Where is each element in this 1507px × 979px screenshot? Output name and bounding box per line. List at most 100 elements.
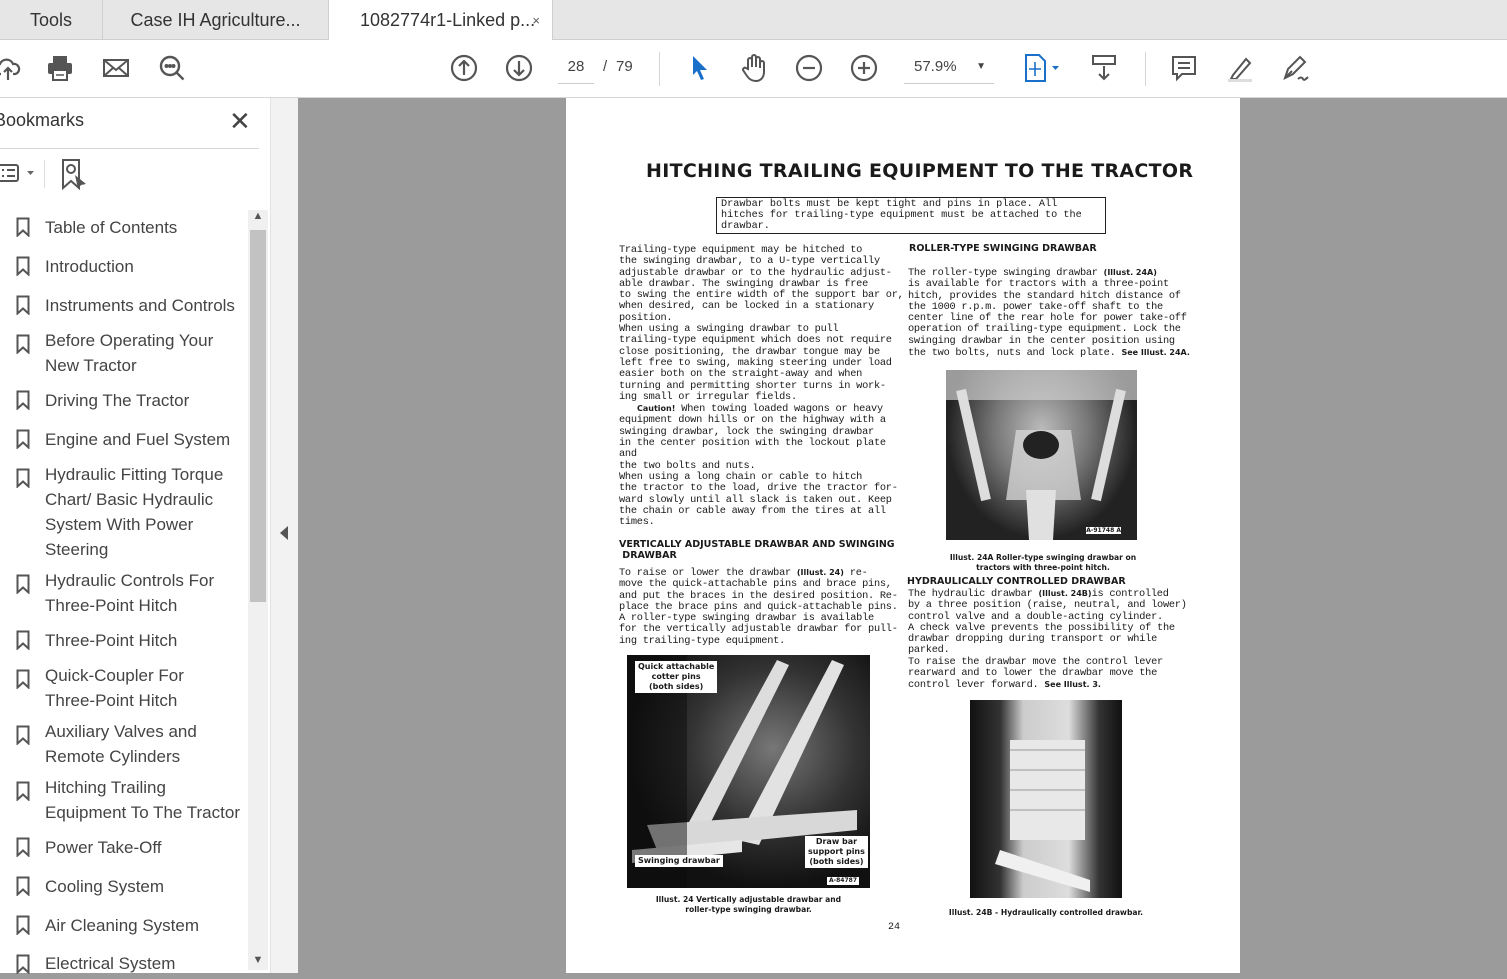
bookmarks-scrollbar[interactable]: ▲ ▼ xyxy=(248,210,268,970)
bookmark-item[interactable]: Hydraulic Fitting Torque Chart/ Basic Hy… xyxy=(0,459,248,565)
image-code: A-84787 xyxy=(827,877,860,885)
bookmark-icon xyxy=(0,289,45,322)
hand-tool-icon[interactable] xyxy=(738,52,770,84)
bookmark-list: Table of Contents Introduction Instruments… xyxy=(0,208,248,979)
close-panel-icon[interactable]: ✕ xyxy=(229,106,251,137)
bookmark-label: Auxiliary Valves and Remote Cylinders xyxy=(45,722,197,766)
bookmark-item[interactable]: Auxiliary Valves and Remote Cylinders xyxy=(0,716,248,772)
bookmark-icon xyxy=(0,775,45,825)
sign-pen-icon[interactable] xyxy=(1279,52,1311,84)
bookmark-label: Power Take-Off xyxy=(45,838,162,857)
page-number-input[interactable]: 28 xyxy=(558,58,594,84)
bookmark-label: Air Cleaning System xyxy=(45,916,200,935)
bookmark-item[interactable]: Power Take-Off xyxy=(0,828,248,867)
bookmark-icon xyxy=(0,909,45,942)
scroll-up-icon[interactable]: ▲ xyxy=(248,210,268,222)
tab-label: 1082774r1-Linked p... xyxy=(360,10,536,30)
collapse-panel-icon[interactable] xyxy=(280,526,288,540)
scroll-mode-icon[interactable] xyxy=(1088,52,1120,84)
page-separator: / xyxy=(603,58,608,75)
illustration-reference: See Illust. 3. xyxy=(1044,680,1101,690)
bookmark-icon xyxy=(0,719,45,769)
bookmark-item[interactable]: Table of Contents xyxy=(0,208,248,247)
bookmark-item[interactable]: Air Cleaning System xyxy=(0,906,248,945)
illustration-caption: Illust. 24B - Hydraulically controlled d… xyxy=(948,908,1144,917)
chevron-down-icon: ▼ xyxy=(976,61,986,72)
page-total: 79 xyxy=(616,58,633,75)
bookmark-label: Driving The Tractor xyxy=(45,391,190,410)
bookmark-label: Table of Contents xyxy=(45,218,178,237)
scroll-down-icon[interactable]: ▼ xyxy=(248,954,268,966)
bookmark-item[interactable]: Three-Point Hitch xyxy=(0,621,248,660)
divider xyxy=(1145,52,1146,86)
paragraph: To raise or lower the drawbar xyxy=(619,567,797,579)
search-icon[interactable] xyxy=(156,52,188,84)
bookmark-label: Three-Point Hitch xyxy=(45,631,178,650)
image-code: A-91748 A xyxy=(1086,527,1121,534)
fit-page-icon[interactable] xyxy=(1018,52,1064,84)
bookmark-item[interactable]: Before Operating Your New Tractor xyxy=(0,325,248,381)
section-heading: HYDRAULICALLY CONTROLLED DRAWBAR xyxy=(907,576,1126,587)
zoom-in-icon[interactable] xyxy=(848,52,880,84)
illustration-reference: (Illust. 24) xyxy=(796,568,844,577)
bookmark-icon xyxy=(0,423,45,456)
toolbar: 28 / 79 57.9% ▼ xyxy=(0,40,1507,98)
paragraph: re- move the quick-attachable pins and b… xyxy=(619,567,898,647)
bookmark-item[interactable]: Hydraulic Controls For Three-Point Hitch xyxy=(0,565,248,621)
bookmark-label: Hydraulic Controls For Three-Point Hitch xyxy=(45,571,215,615)
illustration-reference: (Illust. 24A) xyxy=(1103,268,1157,277)
paragraph: Trailing-type equipment may be hitched t… xyxy=(619,244,904,403)
bookmark-label: Engine and Fuel System xyxy=(45,430,231,449)
bookmark-item[interactable]: Driving The Tractor xyxy=(0,381,248,420)
paragraph: is available for tractors with a three-p… xyxy=(908,278,1187,360)
intro-text: Trailing-type equipment may be hitched t… xyxy=(619,244,904,529)
paragraph: When towing loaded wagons or heavy equip… xyxy=(619,403,898,529)
comment-icon[interactable] xyxy=(1168,52,1200,84)
section-heading: ROLLER-TYPE SWINGING DRAWBAR xyxy=(909,243,1097,254)
tab-document[interactable]: 1082774r1-Linked p... × xyxy=(329,0,553,41)
illustration-reference: See Illust. 24A. xyxy=(1121,348,1190,358)
find-bookmark-icon[interactable] xyxy=(60,158,90,195)
callout-label: Draw bar support pins (both sides) xyxy=(805,836,868,868)
print-icon[interactable] xyxy=(44,52,76,84)
bookmark-icon xyxy=(0,211,45,244)
bookmark-item[interactable]: Instruments and Controls xyxy=(0,286,248,325)
callout-label: Swinging drawbar xyxy=(635,855,723,867)
bookmark-label: Instruments and Controls xyxy=(45,296,235,315)
illustration-24-photo: Quick attachable cotter pins (both sides… xyxy=(627,655,870,888)
illustration-caption: Illust. 24 Vertically adjustable drawbar… xyxy=(655,895,842,914)
bookmark-item[interactable]: Cooling System xyxy=(0,867,248,906)
next-page-icon[interactable] xyxy=(503,52,535,84)
bookmark-item[interactable]: Hitching Trailing Equipment To The Tract… xyxy=(0,772,248,828)
divider xyxy=(0,148,259,149)
bookmark-label: Hitching Trailing Equipment To The Tract… xyxy=(45,778,240,822)
bookmark-item[interactable]: Engine and Fuel System xyxy=(0,420,248,459)
email-icon[interactable] xyxy=(100,52,132,84)
close-tab-icon[interactable]: × xyxy=(532,13,540,28)
illustration-24a-photo: A-91748 A xyxy=(946,370,1137,540)
tab-label: Tools xyxy=(29,9,73,30)
tab-label: Case IH Agriculture... xyxy=(130,9,301,30)
tab-tools[interactable]: Tools xyxy=(0,0,103,40)
scrollbar-thumb[interactable] xyxy=(250,230,266,602)
tab-bar: Tools Case IH Agriculture... 1082774r1-L… xyxy=(0,0,1507,41)
illustration-reference: (Illust. 24B) xyxy=(1038,589,1092,598)
bookmark-options-button[interactable] xyxy=(0,160,40,191)
zoom-level-select[interactable]: 57.9% ▼ xyxy=(904,58,994,84)
bookmark-icon xyxy=(0,663,45,713)
bookmark-item[interactable]: Quick-Coupler For Three-Point Hitch xyxy=(0,660,248,716)
callout-label: Quick attachable cotter pins (both sides… xyxy=(635,661,718,693)
bookmark-icon xyxy=(0,870,45,903)
bookmark-label: Before Operating Your New Tractor xyxy=(45,331,214,375)
tab-case-ih[interactable]: Case IH Agriculture... xyxy=(103,0,329,40)
page-title: HITCHING TRAILING EQUIPMENT TO THE TRACT… xyxy=(646,160,1194,182)
notice-box: Drawbar bolts must be kept tight and pin… xyxy=(716,197,1106,234)
select-cursor-icon[interactable] xyxy=(684,52,716,84)
bookmark-item[interactable]: Introduction xyxy=(0,247,248,286)
upload-cloud-icon[interactable] xyxy=(0,52,24,84)
zoom-out-icon[interactable] xyxy=(793,52,825,84)
bookmark-label: Electrical System xyxy=(45,954,176,973)
bookmark-item[interactable]: Electrical System xyxy=(0,945,248,979)
highlight-pen-icon[interactable] xyxy=(1224,52,1256,84)
previous-page-icon[interactable] xyxy=(448,52,480,84)
